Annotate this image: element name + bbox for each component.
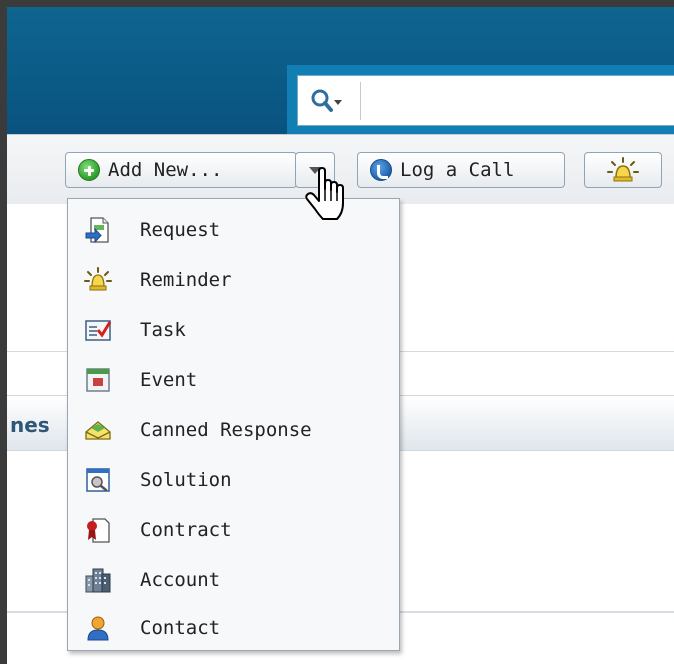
search-divider xyxy=(360,82,361,120)
menu-item-label: Contact xyxy=(140,617,221,639)
add-new-label: Add New... xyxy=(108,159,223,181)
search-icon[interactable] xyxy=(309,87,343,115)
menu-item-reminder[interactable]: Reminder xyxy=(68,255,399,305)
reminder-button[interactable] xyxy=(584,152,662,188)
request-icon xyxy=(85,217,109,244)
reminder-icon xyxy=(84,267,112,291)
menu-item-label: Canned Response xyxy=(140,419,312,441)
app-window: Add New... Log a Call nes Request Remind… xyxy=(0,0,674,664)
menu-item-label: Contract xyxy=(140,519,232,541)
contact-icon xyxy=(87,616,109,641)
menu-item-contract[interactable]: Contract xyxy=(68,505,399,555)
reminder-icon xyxy=(607,157,639,182)
log-a-call-button[interactable]: Log a Call xyxy=(357,152,565,188)
menu-item-label: Solution xyxy=(140,469,232,491)
add-new-button[interactable]: Add New... xyxy=(65,152,297,188)
task-icon xyxy=(85,320,112,341)
contract-icon xyxy=(87,518,110,543)
menu-item-account[interactable]: Account xyxy=(68,555,399,605)
canned-response-icon xyxy=(85,421,111,440)
menu-item-label: Reminder xyxy=(140,269,232,291)
menu-item-solution[interactable]: Solution xyxy=(68,455,399,505)
section-header-text: nes xyxy=(10,413,50,437)
menu-item-canned-response[interactable]: Canned Response xyxy=(68,405,399,455)
menu-item-contact[interactable]: Contact xyxy=(68,603,399,653)
solution-icon xyxy=(86,468,110,492)
add-icon xyxy=(78,159,100,181)
menu-item-label: Task xyxy=(140,319,186,341)
hand-cursor-icon xyxy=(305,167,344,220)
log-a-call-label: Log a Call xyxy=(400,159,515,181)
menu-item-task[interactable]: Task xyxy=(68,305,399,355)
menu-item-label: Request xyxy=(140,219,221,241)
menu-item-label: Event xyxy=(140,369,198,391)
account-icon xyxy=(85,568,111,593)
event-icon xyxy=(86,368,110,392)
menu-item-event[interactable]: Event xyxy=(68,355,399,405)
menu-item-label: Account xyxy=(140,569,221,591)
add-new-menu: Request Reminder Task Event Canned Respo… xyxy=(67,198,400,651)
search-input[interactable] xyxy=(297,75,674,126)
phone-icon xyxy=(370,159,392,181)
